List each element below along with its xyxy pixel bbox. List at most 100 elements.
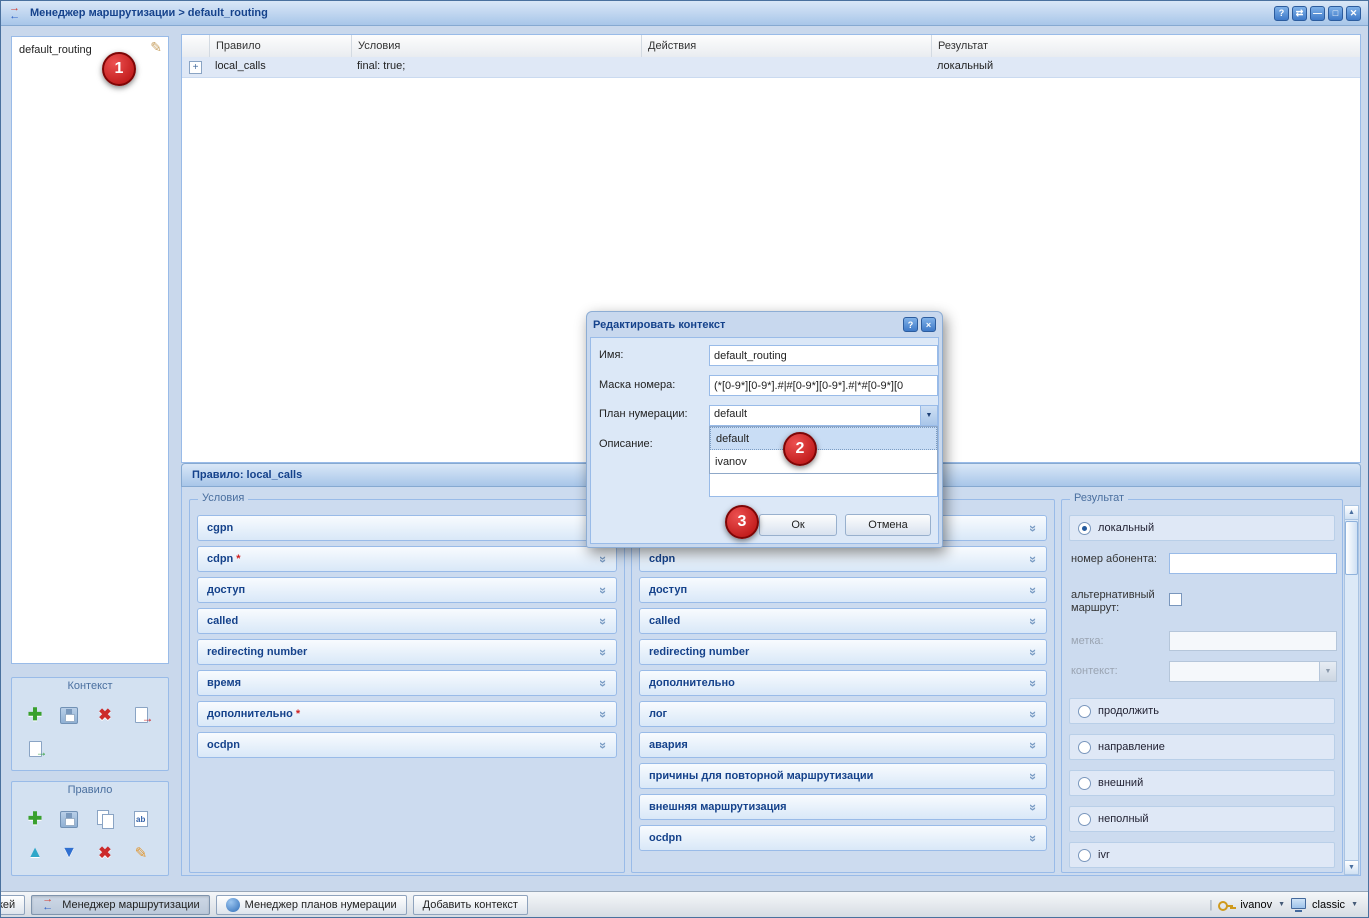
taskbar-numbering-plans-button[interactable]: Менеджер планов нумерации: [216, 895, 407, 915]
condition-panel-called[interactable]: called»: [197, 608, 617, 634]
arrow-down-icon: ▼: [61, 844, 77, 862]
condition-panel-redirecting[interactable]: redirecting number»: [197, 639, 617, 665]
chevron-expand-icon[interactable]: »: [1026, 617, 1041, 624]
result-option-incomplete[interactable]: неполный: [1069, 806, 1335, 832]
help-button[interactable]: ?: [1274, 6, 1289, 21]
chevron-expand-icon[interactable]: »: [1026, 679, 1041, 686]
taskbar-cut-button[interactable]: иджей: [0, 895, 25, 915]
numbering-plan-select[interactable]: default ▼: [709, 405, 938, 426]
chevron-expand-icon[interactable]: »: [596, 679, 611, 686]
condition-panel-cdpn[interactable]: cdpn*»: [197, 546, 617, 572]
column-rule[interactable]: Правило: [210, 35, 352, 57]
radio-icon[interactable]: [1078, 522, 1091, 535]
edit-pencil-icon[interactable]: ✎: [150, 39, 162, 56]
table-row[interactable]: + local_calls final: true; локальный: [182, 57, 1360, 78]
chevron-down-icon[interactable]: ▼: [920, 406, 937, 425]
rule-move-down-button[interactable]: ▼: [56, 840, 82, 866]
rule-delete-button[interactable]: ✖: [92, 840, 118, 866]
radio-icon[interactable]: [1078, 777, 1091, 790]
rule-save-button[interactable]: [56, 806, 82, 832]
rule-add-button[interactable]: ✚: [22, 806, 48, 832]
radio-icon[interactable]: [1078, 813, 1091, 826]
chevron-expand-icon[interactable]: »: [1026, 741, 1041, 748]
action-panel-rerouting-causes[interactable]: причины для повторной маршрутизации»: [639, 763, 1047, 789]
mask-input[interactable]: [709, 375, 938, 396]
row-expand-icon[interactable]: +: [189, 61, 202, 74]
chevron-expand-icon[interactable]: »: [1026, 524, 1041, 531]
chevron-expand-icon[interactable]: »: [596, 648, 611, 655]
dropdown-option-ivanov[interactable]: ivanov: [710, 450, 937, 473]
chevron-expand-icon[interactable]: »: [596, 586, 611, 593]
radio-icon[interactable]: [1078, 705, 1091, 718]
radio-icon[interactable]: [1078, 741, 1091, 754]
user-menu[interactable]: ivanov: [1240, 899, 1272, 911]
condition-panel-access[interactable]: доступ»: [197, 577, 617, 603]
context-add-button[interactable]: ✚: [22, 702, 48, 728]
condition-panel-cgpn[interactable]: cgpn»: [197, 515, 617, 541]
result-option-external[interactable]: внешний: [1069, 770, 1335, 796]
action-panel-log[interactable]: лог»: [639, 701, 1047, 727]
taskbar-routing-manager-button[interactable]: Менеджер маршрутизации: [31, 895, 209, 915]
alternative-route-checkbox[interactable]: [1169, 593, 1182, 606]
chevron-expand-icon[interactable]: »: [596, 555, 611, 562]
scroll-down-icon[interactable]: ▼: [1345, 860, 1358, 874]
radio-icon[interactable]: [1078, 849, 1091, 862]
refresh-button[interactable]: ⇄: [1292, 6, 1307, 21]
chevron-expand-icon[interactable]: »: [596, 617, 611, 624]
result-option-local[interactable]: локальный: [1069, 515, 1335, 541]
cancel-button[interactable]: Отмена: [845, 514, 931, 536]
minimize-button[interactable]: —: [1310, 6, 1325, 21]
scroll-up-icon[interactable]: ▲: [1345, 506, 1358, 520]
chevron-down-icon[interactable]: ▼: [1351, 901, 1358, 908]
result-option-ivr[interactable]: ivr: [1069, 842, 1335, 868]
action-panel-called[interactable]: called»: [639, 608, 1047, 634]
context-save-button[interactable]: [56, 702, 82, 728]
condition-panel-ocdpn[interactable]: ocdpn»: [197, 732, 617, 758]
name-input[interactable]: [709, 345, 938, 366]
rule-rename-button[interactable]: [128, 806, 154, 832]
dialog-close-button[interactable]: ×: [921, 317, 936, 332]
condition-panel-time[interactable]: время»: [197, 670, 617, 696]
chevron-expand-icon[interactable]: »: [596, 710, 611, 717]
column-conditions[interactable]: Условия: [352, 35, 642, 57]
result-option-continue[interactable]: продолжить: [1069, 698, 1335, 724]
chevron-expand-icon[interactable]: »: [1026, 834, 1041, 841]
subscriber-number-input[interactable]: [1169, 553, 1337, 574]
rule-edit-button[interactable]: ✎: [128, 840, 154, 866]
action-panel-access[interactable]: доступ »: [639, 577, 1047, 603]
chevron-expand-icon[interactable]: »: [1026, 803, 1041, 810]
rule-move-up-button[interactable]: ▲: [22, 840, 48, 866]
context-import-button[interactable]: [22, 736, 48, 762]
chevron-expand-icon[interactable]: »: [1026, 648, 1041, 655]
chevron-expand-icon[interactable]: »: [1026, 586, 1041, 593]
close-button[interactable]: ✕: [1346, 6, 1361, 21]
maximize-button[interactable]: □: [1328, 6, 1343, 21]
condition-panel-additional[interactable]: дополнительно*»: [197, 701, 617, 727]
action-panel-alarm[interactable]: авария»: [639, 732, 1047, 758]
action-panel-cdpn[interactable]: cdpn»: [639, 546, 1047, 572]
vertical-scrollbar[interactable]: ▲ ▼: [1344, 505, 1359, 875]
action-panel-additional[interactable]: дополнительно»: [639, 670, 1047, 696]
taskbar-add-context-button[interactable]: Добавить контекст: [413, 895, 528, 915]
chevron-down-icon[interactable]: ▼: [1278, 901, 1285, 908]
panel-label: доступ: [649, 584, 687, 596]
ok-button[interactable]: Ок: [759, 514, 837, 536]
chevron-expand-icon[interactable]: »: [1026, 710, 1041, 717]
column-result[interactable]: Результат: [932, 35, 1360, 57]
context-delete-button[interactable]: ✖: [92, 702, 118, 728]
chevron-expand-icon[interactable]: »: [1026, 772, 1041, 779]
dropdown-option-default[interactable]: default: [710, 427, 937, 450]
context-list-item[interactable]: default_routing: [19, 44, 92, 56]
action-panel-external-routing[interactable]: внешняя маршрутизация»: [639, 794, 1047, 820]
column-actions[interactable]: Действия: [642, 35, 932, 57]
rule-copy-button[interactable]: [92, 806, 118, 832]
dialog-help-button[interactable]: ?: [903, 317, 918, 332]
action-panel-redirecting[interactable]: redirecting number»: [639, 639, 1047, 665]
context-export-button[interactable]: [128, 702, 154, 728]
scrollbar-thumb[interactable]: [1345, 521, 1358, 575]
action-panel-ocdpn[interactable]: ocdpn»: [639, 825, 1047, 851]
theme-select[interactable]: classic: [1312, 899, 1345, 911]
chevron-expand-icon[interactable]: »: [1026, 555, 1041, 562]
result-option-direction[interactable]: направление: [1069, 734, 1335, 760]
chevron-expand-icon[interactable]: »: [596, 741, 611, 748]
